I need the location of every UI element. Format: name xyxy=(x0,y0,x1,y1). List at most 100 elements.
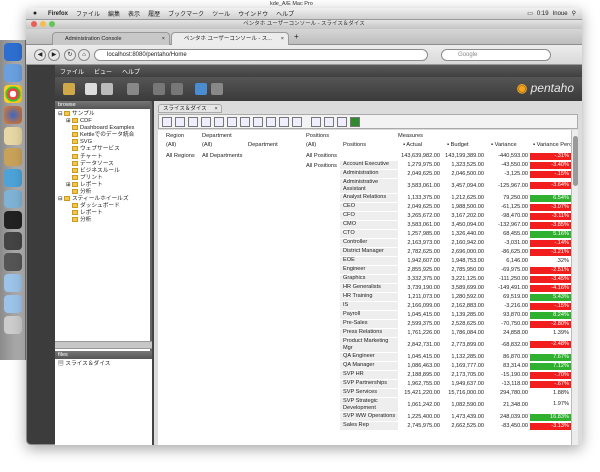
position-member[interactable]: QA Engineer xyxy=(340,353,398,361)
trash-icon[interactable] xyxy=(4,316,22,334)
safari-icon[interactable] xyxy=(4,64,22,82)
position-member[interactable]: Engineer xyxy=(340,266,398,274)
position-member[interactable]: Press Relations xyxy=(340,329,398,337)
measure-header[interactable]: ▪ Variance Percent xyxy=(533,142,571,148)
edit-icon[interactable] xyxy=(127,83,139,95)
position-member[interactable]: QA Manager xyxy=(340,362,398,370)
menu-window[interactable]: ウインドウ xyxy=(234,9,272,18)
battery-icon[interactable]: ▭ xyxy=(527,10,533,17)
tree-item[interactable]: ⊞ レポート xyxy=(58,181,150,189)
new-report-icon[interactable] xyxy=(101,83,113,95)
measure-header[interactable]: ▪ Budget xyxy=(447,142,469,148)
position-member[interactable]: Controller xyxy=(340,239,398,247)
menu-firefox[interactable]: Firefox xyxy=(44,11,72,17)
mdx-icon[interactable] xyxy=(175,117,185,127)
minimize-window-icon[interactable] xyxy=(40,21,46,27)
home-button[interactable]: ⌂ xyxy=(78,49,90,61)
terminal-icon[interactable] xyxy=(4,211,22,229)
app-menu-help[interactable]: ヘルプ xyxy=(117,67,145,76)
schedule-icon[interactable] xyxy=(211,83,223,95)
back-button[interactable]: ◀ xyxy=(34,49,46,61)
drill-through-icon[interactable] xyxy=(240,117,250,127)
sort-icon[interactable] xyxy=(188,117,198,127)
position-member[interactable]: HR Training xyxy=(340,293,398,301)
apple-icon[interactable]: ● xyxy=(26,10,44,17)
menu-file[interactable]: ファイル xyxy=(72,9,104,18)
tree-item[interactable]: チャート xyxy=(58,153,150,161)
menu-help[interactable]: ヘルプ xyxy=(272,9,298,18)
position-member[interactable]: CTO xyxy=(340,230,398,238)
zoom-window-icon[interactable] xyxy=(49,21,55,27)
tree-item[interactable]: ダッシュボード xyxy=(58,203,150,210)
menu-history[interactable]: 履歴 xyxy=(144,9,164,18)
search-input[interactable]: Google xyxy=(441,49,551,61)
cube-navigator-icon[interactable] xyxy=(162,117,172,127)
tab-admin-console[interactable]: Administration Console × xyxy=(52,32,170,45)
menu-edit[interactable]: 編集 xyxy=(104,9,124,18)
spotlight-icon[interactable]: ⚲ xyxy=(572,10,576,17)
position-member[interactable]: Graphics xyxy=(340,275,398,283)
all-positions-cell[interactable]: All Positions xyxy=(306,153,337,159)
reload-button[interactable]: ↻ xyxy=(64,49,76,61)
print-config-icon[interactable] xyxy=(337,117,347,127)
menu-tools[interactable]: ツール xyxy=(208,9,234,18)
tree-item[interactable]: レポート xyxy=(58,210,150,217)
app-icon-2[interactable] xyxy=(4,148,22,166)
app-icon-4[interactable] xyxy=(4,190,22,208)
swap-axes-icon[interactable] xyxy=(279,117,289,127)
position-member[interactable]: Administration xyxy=(340,170,398,178)
tree-item[interactable]: ⊞ CDF xyxy=(58,118,150,125)
close-tab-icon[interactable]: × xyxy=(162,33,165,45)
tree-item[interactable]: ⊟ サンプル xyxy=(58,111,150,118)
position-member[interactable]: SVP Services xyxy=(340,389,398,397)
position-member[interactable]: EOE xyxy=(340,257,398,265)
position-member[interactable]: SVP WW Operations xyxy=(340,413,398,421)
position-member[interactable]: SVP Partnerships xyxy=(340,380,398,388)
monitor-icon[interactable] xyxy=(4,232,22,250)
app-icon-5[interactable] xyxy=(4,253,22,271)
measure-header[interactable]: ▪ Actual xyxy=(403,142,422,148)
chrome-icon[interactable] xyxy=(4,85,22,103)
tab-pentaho[interactable]: ペンタホ ユーザーコンソール - ス... × xyxy=(171,32,289,45)
position-member[interactable]: SVP Strategic Development xyxy=(340,398,398,412)
scrollbar[interactable] xyxy=(571,130,578,445)
finder-icon[interactable] xyxy=(4,43,22,61)
save-as-icon[interactable] xyxy=(171,83,183,95)
new-doc-icon[interactable] xyxy=(85,83,97,95)
menu-bookmarks[interactable]: ブックマーク xyxy=(164,9,208,18)
all-regions-cell[interactable]: All Regions xyxy=(166,153,195,159)
position-member[interactable]: CMO xyxy=(340,221,398,229)
tree-item[interactable]: ビジネスルール xyxy=(58,167,150,175)
forward-button[interactable]: ▶ xyxy=(48,49,60,61)
close-window-icon[interactable] xyxy=(31,21,37,27)
scrollbar-thumb[interactable] xyxy=(573,136,578,186)
position-member[interactable]: SVP HR xyxy=(340,371,398,379)
url-bar[interactable]: localhost:8080/pentaho/Home xyxy=(94,49,428,61)
position-member[interactable]: Payroll xyxy=(340,311,398,319)
position-member[interactable]: CEO xyxy=(340,203,398,211)
tree-item[interactable]: データソース xyxy=(58,160,150,168)
chart-icon[interactable] xyxy=(292,117,302,127)
close-icon[interactable]: × xyxy=(214,105,217,113)
drill-position-icon[interactable] xyxy=(214,117,224,127)
measure-header[interactable]: ▪ Variance xyxy=(491,142,517,148)
file-item[interactable]: ▤ スライス＆ダイス xyxy=(58,361,152,368)
show-parent-icon[interactable] xyxy=(253,117,263,127)
app-icon[interactable] xyxy=(4,127,22,145)
position-member[interactable]: Product Marketing Mgr xyxy=(340,338,398,352)
app-icon-3[interactable] xyxy=(4,169,22,187)
pane-splitter[interactable] xyxy=(55,341,152,349)
chart-config-icon[interactable] xyxy=(311,117,321,127)
position-member[interactable]: Account Executive xyxy=(340,161,398,169)
drill-member-icon[interactable] xyxy=(201,117,211,127)
open-folder-icon[interactable] xyxy=(63,83,75,95)
save-icon[interactable] xyxy=(153,83,165,95)
excel-icon[interactable] xyxy=(350,117,360,127)
tree-item[interactable]: Kettleでのデータ統合 xyxy=(58,132,150,139)
position-member[interactable]: District Manager xyxy=(340,248,398,256)
new-tab-button[interactable]: + xyxy=(294,32,299,41)
tree-item[interactable]: 分析 xyxy=(58,217,150,224)
all-departments-cell[interactable]: All Departments xyxy=(202,153,242,159)
position-member[interactable]: Pre-Sales xyxy=(340,320,398,328)
all-positions-member[interactable]: All Positions xyxy=(306,163,337,169)
